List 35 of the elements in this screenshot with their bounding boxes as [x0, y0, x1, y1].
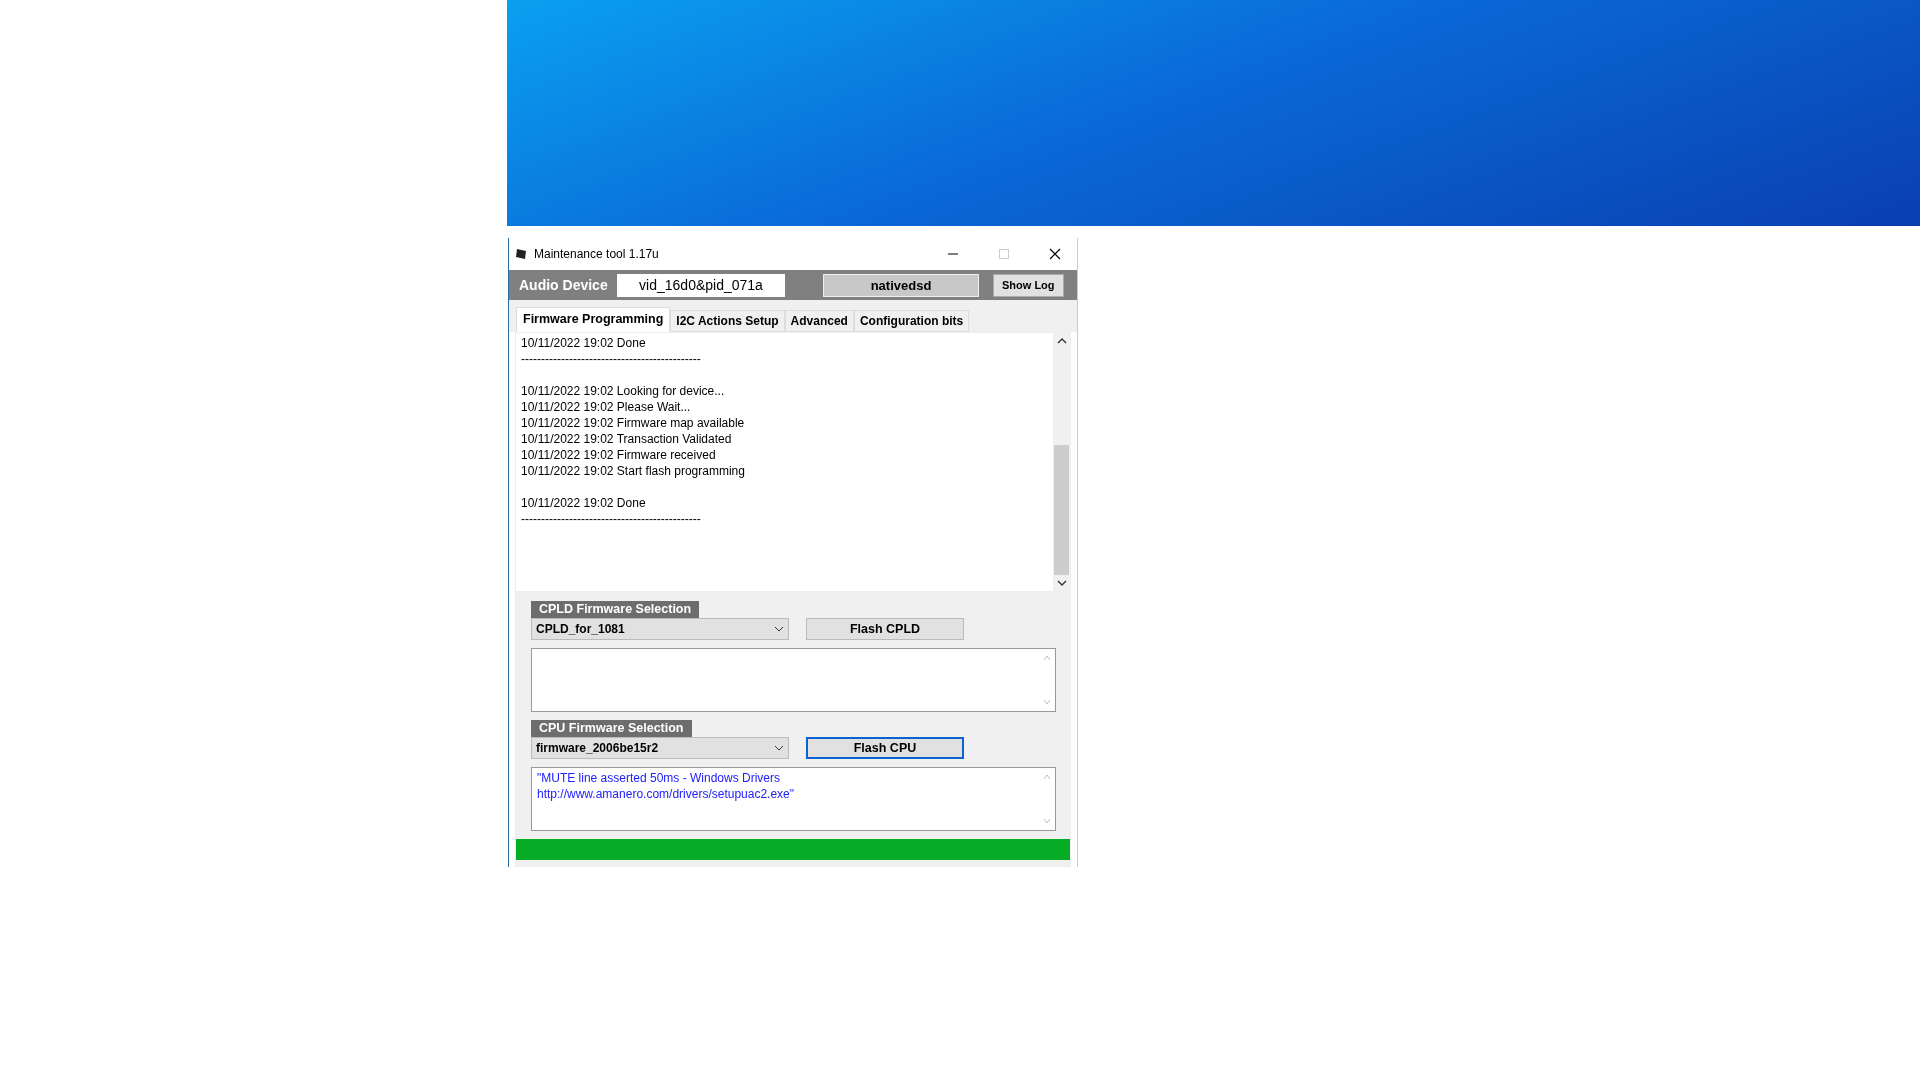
- log-line: 10/11/2022 19:02 Looking for device...: [521, 383, 726, 399]
- log-line: 10/11/2022 19:02 Please Wait...: [521, 399, 692, 415]
- tab[interactable]: Configuration bits: [853, 310, 970, 332]
- scroll-up-icon[interactable]: [1056, 337, 1067, 345]
- firmware-dropdown[interactable]: firmware_2006be15r2: [531, 737, 789, 759]
- maximize-icon[interactable]: [998, 248, 1010, 260]
- device-id-field[interactable]: vid_16d0&pid_071a: [617, 273, 785, 297]
- caret-icon: [774, 626, 784, 632]
- log-line: 10/11/2022 19:02 Firmware received: [521, 447, 717, 463]
- log-line: 10/11/2022 19:02 Done: [521, 495, 647, 511]
- log-line: 10/11/2022 19:02 Firmware map available: [521, 415, 746, 431]
- log-line: 10/11/2022 19:02 Start flash programming: [521, 463, 746, 479]
- log-line: 10/11/2022 19:02 Done: [521, 335, 647, 351]
- tab[interactable]: I2C Actions Setup: [670, 310, 785, 332]
- note-line: "MUTE line asserted 50ms - Windows Drivers: [537, 770, 781, 786]
- log-line: ---------------------------------------------: [521, 351, 702, 367]
- window-title: Maintenance tool 1.17u: [534, 247, 659, 261]
- section-title: CPLD Firmware Selection: [531, 601, 700, 618]
- show-log-button[interactable]: Show Log: [993, 273, 1064, 297]
- device-label: Audio Device: [519, 277, 609, 293]
- flash-button[interactable]: Flash CPLD: [806, 618, 964, 640]
- chip-icon: [515, 248, 527, 260]
- log-line: 10/11/2022 19:02 Transaction Validated: [521, 431, 733, 447]
- note-line: http://www.amanero.com/drivers/setupuac2.exe": [537, 786, 796, 802]
- mode-field: nativedsd: [823, 273, 979, 297]
- caret-icon: [774, 745, 784, 751]
- tab[interactable]: Firmware Programming: [516, 307, 671, 332]
- firmware-dropdown[interactable]: CPLD_for_1081: [531, 618, 789, 640]
- close-icon[interactable]: [1049, 248, 1061, 260]
- scroll-down-icon[interactable]: [1056, 579, 1067, 587]
- tab[interactable]: Advanced: [784, 310, 854, 332]
- log-line: ---------------------------------------------: [521, 511, 702, 527]
- section-title: CPU Firmware Selection: [531, 720, 692, 737]
- flash-button[interactable]: Flash CPU: [806, 737, 964, 759]
- scroll-thumb[interactable]: [1054, 445, 1069, 575]
